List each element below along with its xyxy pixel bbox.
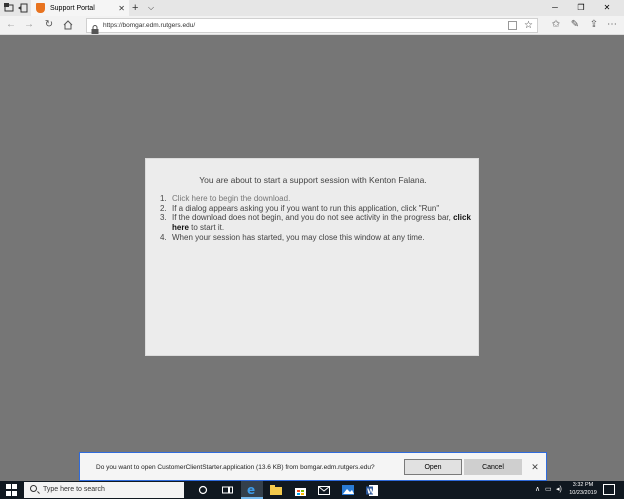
navigation-bar: ← → ↻ https://bomgar.edm.rutgers.edu/ ☆ … — [0, 16, 624, 35]
list-item: 1. Click here to begin the download. — [160, 194, 291, 204]
favorite-star-icon[interactable]: ☆ — [524, 19, 533, 32]
pen-icon[interactable]: ✎ — [568, 18, 582, 32]
network-icon[interactable]: ▭ — [545, 481, 552, 499]
task-view-icon[interactable] — [216, 481, 238, 499]
clock-time: 3:32 PM — [572, 482, 594, 488]
open-button[interactable]: Open — [404, 459, 462, 475]
close-icon[interactable]: ✕ — [528, 459, 542, 475]
minimize-button[interactable]: ─ — [542, 0, 568, 16]
search-placeholder: Type here to search — [43, 486, 105, 493]
close-window-button[interactable]: ✕ — [594, 0, 620, 16]
taskbar: Type here to search e W ∧ ▭ ◂) 3:32 PM 1… — [0, 481, 624, 499]
edge-browser-icon[interactable]: e — [241, 481, 263, 499]
cancel-button[interactable]: Cancel — [464, 459, 522, 475]
search-icon — [30, 485, 37, 492]
refresh-icon[interactable]: ↻ — [42, 18, 56, 32]
support-session-panel: You are about to start a support session… — [145, 158, 479, 356]
word-icon[interactable]: W — [361, 481, 383, 499]
tab-preview-chevron-icon[interactable]: ⌵ — [148, 0, 154, 16]
tab-support-portal[interactable]: Support Portal ✕ — [31, 0, 129, 16]
volume-icon[interactable]: ◂) — [556, 481, 562, 499]
new-tab-button[interactable]: + — [132, 0, 138, 16]
window-menu-icon[interactable] — [3, 2, 15, 14]
list-item: 4. When your session has started, you ma… — [160, 232, 425, 242]
mail-icon[interactable] — [313, 481, 335, 499]
show-hidden-icons-icon[interactable]: ∧ — [535, 481, 540, 499]
list-item: 3. If the download does not begin, and y… — [160, 213, 471, 233]
instruction-list: 1. Click here to begin the download. 2. … — [160, 194, 475, 243]
lock-icon — [91, 21, 99, 34]
cortana-icon[interactable] — [192, 481, 214, 499]
list-item: 2. If a dialog appears asking you if you… — [160, 203, 440, 213]
reading-view-icon[interactable] — [508, 21, 517, 30]
system-clock[interactable]: 3:32 PM 10/23/2019 — [566, 482, 600, 497]
download-message: Do you want to open CustomerClientStarte… — [96, 464, 375, 471]
home-icon[interactable] — [61, 18, 75, 32]
address-url: https://bomgar.edm.rutgers.edu/ — [103, 22, 196, 29]
file-explorer-icon[interactable] — [265, 481, 287, 499]
store-icon[interactable] — [289, 481, 311, 499]
photos-icon[interactable] — [337, 481, 359, 499]
maximize-button[interactable]: ❐ — [568, 0, 594, 16]
action-center-icon[interactable] — [603, 484, 615, 495]
favorites-icon[interactable]: ✩ — [549, 18, 563, 32]
svg-text:e: e — [247, 484, 255, 495]
address-bar[interactable]: https://bomgar.edm.rutgers.edu/ ☆ — [86, 18, 538, 34]
start-windows-icon[interactable] — [6, 484, 18, 496]
taskbar-search-box[interactable]: Type here to search — [24, 482, 184, 498]
share-icon[interactable]: ⇪ — [587, 18, 601, 32]
title-bar: Support Portal ✕ + ⌵ ─ ❐ ✕ — [0, 0, 624, 16]
svg-text:W: W — [367, 487, 375, 495]
site-favicon-icon — [36, 3, 45, 13]
tab-close-icon[interactable]: ✕ — [118, 4, 125, 13]
set-tabs-aside-icon[interactable] — [17, 2, 29, 14]
download-notification-bar: Do you want to open CustomerClientStarte… — [79, 452, 547, 481]
more-icon[interactable]: ⋯ — [605, 18, 619, 32]
forward-arrow-icon[interactable]: → — [22, 18, 36, 32]
clock-date: 10/23/2019 — [569, 489, 597, 496]
session-heading: You are about to start a support session… — [199, 175, 427, 185]
tab-title: Support Portal — [50, 4, 95, 12]
begin-download-link[interactable]: Click here to begin the download. — [172, 194, 290, 204]
back-arrow-icon[interactable]: ← — [4, 18, 18, 32]
